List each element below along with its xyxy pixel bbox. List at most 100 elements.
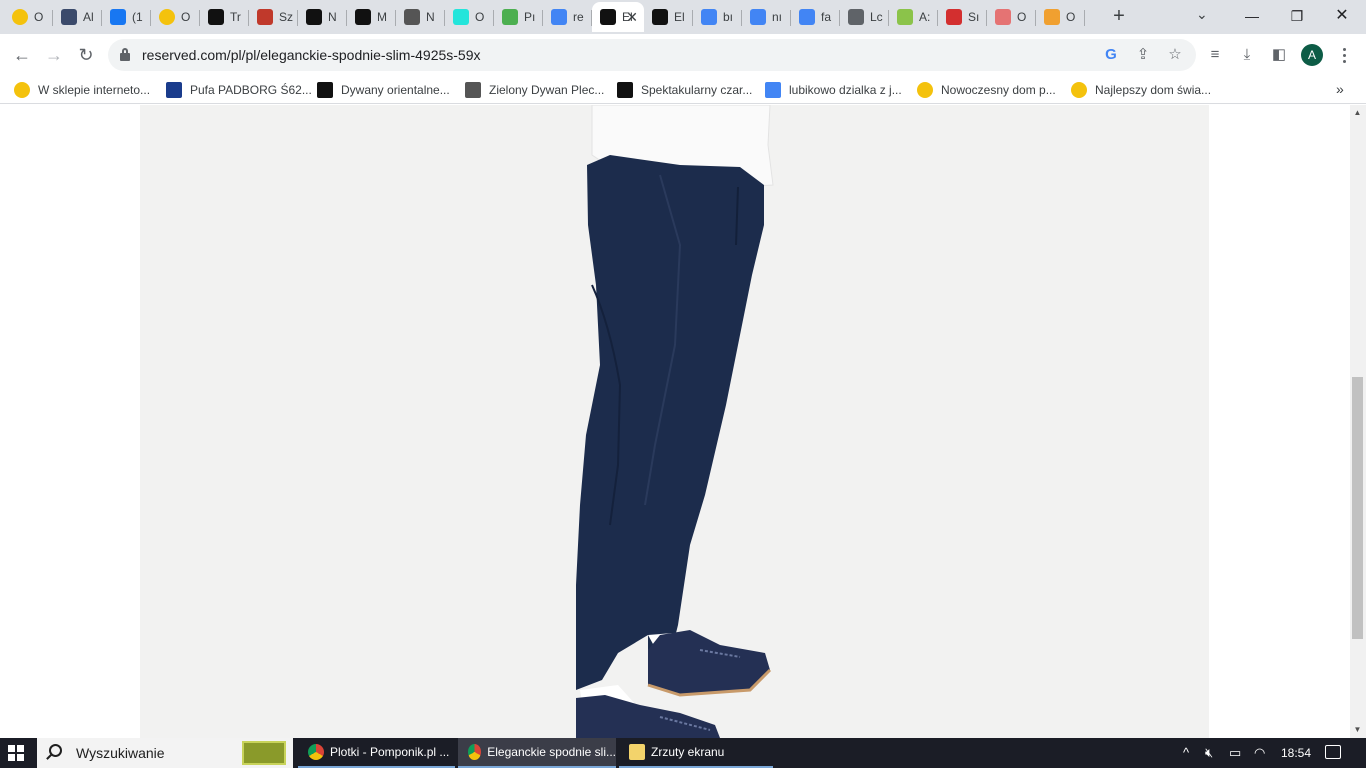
google-lens-icon[interactable]: G bbox=[1102, 46, 1120, 64]
bookmark-item[interactable]: Najlepszy dom świa... bbox=[1071, 81, 1211, 99]
taskbar-search[interactable]: Wyszukiwanie bbox=[37, 738, 293, 768]
tab-label: bı bbox=[723, 10, 734, 24]
profile-avatar[interactable]: A bbox=[1301, 44, 1323, 66]
tab-label: Sz bbox=[279, 10, 294, 24]
bookmark-item[interactable]: lubikowo dzialka z j... bbox=[765, 81, 902, 99]
tab-7[interactable]: M bbox=[347, 2, 396, 32]
bookmark-item[interactable]: Dywany orientalne... bbox=[317, 81, 450, 99]
tab-label: re bbox=[573, 10, 584, 24]
bookmark-item[interactable]: Zielony Dywan Plec... bbox=[465, 81, 604, 99]
leaf-icon bbox=[897, 9, 913, 25]
google-icon bbox=[701, 9, 717, 25]
close-window-button[interactable]: ✕ bbox=[1322, 4, 1362, 28]
olx-icon bbox=[453, 9, 469, 25]
taskbar-item-label: Zrzuty ekranu bbox=[651, 745, 725, 759]
tab-18[interactable]: A: bbox=[889, 2, 938, 32]
side-panel-icon[interactable]: ◧ bbox=[1269, 45, 1289, 65]
tab-13[interactable]: El bbox=[644, 2, 693, 32]
bookmark-item[interactable]: Spektakularny czar... bbox=[617, 81, 752, 99]
tab-label: N bbox=[328, 10, 337, 24]
wifi-icon[interactable]: ◠ bbox=[1254, 745, 1265, 761]
url-text[interactable]: reserved.com/pl/pl/eleganckie-spodnie-sl… bbox=[142, 47, 481, 63]
tab-label: O bbox=[1017, 10, 1027, 24]
p-icon bbox=[306, 9, 322, 25]
address-bar[interactable]: reserved.com/pl/pl/eleganckie-spodnie-sl… bbox=[108, 39, 1196, 71]
tab-label: El bbox=[674, 10, 685, 24]
reload-button[interactable]: ↻ bbox=[74, 43, 98, 67]
tab-4[interactable]: Tr bbox=[200, 2, 249, 32]
page-content: ▲ ▼ bbox=[0, 105, 1366, 738]
back-button[interactable]: ← bbox=[10, 43, 34, 67]
tab-14[interactable]: bı bbox=[693, 2, 742, 32]
tab-6[interactable]: N bbox=[298, 2, 347, 32]
yellow-circle-icon bbox=[1071, 82, 1087, 98]
download-icon[interactable]: ⤓ bbox=[1237, 45, 1257, 65]
tab-3[interactable]: O bbox=[151, 2, 200, 32]
volume-muted-icon[interactable]: 🔇︎ bbox=[1205, 745, 1213, 761]
bookmark-star-icon[interactable]: ☆ bbox=[1166, 46, 1184, 64]
tab-21[interactable]: O bbox=[1036, 2, 1085, 32]
tab-12[interactable]: El ✕ bbox=[592, 2, 644, 32]
bookmarks-overflow-icon[interactable]: » bbox=[1336, 81, 1344, 97]
bookmark-label: W sklepie interneto... bbox=[38, 83, 151, 97]
scroll-thumb[interactable] bbox=[1352, 377, 1363, 639]
restore-button[interactable]: ❐ bbox=[1277, 4, 1317, 28]
notifications-icon[interactable] bbox=[1325, 745, 1341, 759]
tab-20[interactable]: O bbox=[987, 2, 1036, 32]
tab-label: fa bbox=[821, 10, 832, 24]
search-highlight-image[interactable] bbox=[242, 741, 286, 765]
google-icon bbox=[765, 82, 781, 98]
tab-15[interactable]: nı bbox=[742, 2, 791, 32]
taskbar-item-screenshots[interactable]: Zrzuty ekranu bbox=[619, 738, 773, 768]
scroll-up-arrow-icon[interactable]: ▲ bbox=[1352, 108, 1363, 118]
media-queue-icon[interactable]: ≡ bbox=[1205, 45, 1225, 65]
windows-start-icon[interactable] bbox=[8, 745, 24, 761]
share-icon[interactable]: ⇪ bbox=[1134, 46, 1152, 64]
yellow-circle-icon bbox=[12, 9, 28, 25]
bookmark-item[interactable]: Nowoczesny dom p... bbox=[917, 81, 1056, 99]
tab-label: A: bbox=[919, 10, 931, 24]
tab-search-chevron-icon[interactable]: ⌄ bbox=[1196, 6, 1208, 23]
forward-button[interactable]: → bbox=[42, 43, 66, 67]
r-icon bbox=[995, 9, 1011, 25]
bookmark-label: Dywany orientalne... bbox=[341, 83, 450, 97]
scroll-down-arrow-icon[interactable]: ▼ bbox=[1352, 725, 1363, 735]
reserved-icon bbox=[600, 9, 616, 25]
new-tab-button[interactable]: + bbox=[1108, 5, 1130, 27]
tab-17[interactable]: Lc bbox=[840, 2, 889, 32]
taskbar-item-label: Eleganckie spodnie sli... bbox=[487, 745, 616, 759]
taskbar-clock[interactable]: 18:54 bbox=[1281, 746, 1311, 760]
tab-label: (1 bbox=[132, 10, 143, 24]
tray-chevron-up-icon[interactable]: ^ bbox=[1183, 745, 1189, 760]
taskbar-search-label: Wyszukiwanie bbox=[76, 745, 165, 761]
s-icon bbox=[617, 82, 633, 98]
more-menu-icon[interactable] bbox=[1334, 43, 1354, 67]
jysk-icon bbox=[166, 82, 182, 98]
tab-5[interactable]: Sz bbox=[249, 2, 298, 32]
yellow-circle-icon bbox=[159, 9, 175, 25]
minimize-button[interactable]: — bbox=[1232, 4, 1272, 28]
tab-10[interactable]: Pı bbox=[494, 2, 543, 32]
product-photo[interactable] bbox=[140, 105, 1209, 738]
bookmark-item[interactable]: W sklepie interneto... bbox=[14, 81, 150, 99]
tab-9[interactable]: O bbox=[445, 2, 494, 32]
taskbar-item-reserved[interactable]: Eleganckie spodnie sli... bbox=[458, 738, 616, 768]
tab-19[interactable]: Sı bbox=[938, 2, 987, 32]
bookmark-item[interactable]: Pufa PADBORG Ś62... bbox=[166, 81, 312, 99]
tab-1[interactable]: Al bbox=[53, 2, 102, 32]
tab-label: nı bbox=[772, 10, 783, 24]
tab-8[interactable]: N bbox=[396, 2, 445, 32]
bookmark-label: Pufa PADBORG Ś62... bbox=[190, 83, 312, 97]
taskbar-item-pomponik[interactable]: Plotki - Pomponik.pl ... bbox=[298, 738, 455, 768]
f-icon bbox=[208, 9, 224, 25]
tab-11[interactable]: re bbox=[543, 2, 592, 32]
tab-16[interactable]: fa bbox=[791, 2, 840, 32]
battery-icon[interactable]: ▭ bbox=[1229, 745, 1241, 761]
tab-0[interactable]: O bbox=[4, 2, 53, 32]
yellow-circle-icon bbox=[14, 82, 30, 98]
tab-2[interactable]: (1 bbox=[102, 2, 151, 32]
lock-icon[interactable] bbox=[120, 48, 130, 61]
bookmarks-bar: » W sklepie interneto... Pufa PADBORG Ś62… bbox=[0, 76, 1366, 104]
tab-close-icon[interactable]: ✕ bbox=[626, 9, 638, 26]
m-icon bbox=[404, 9, 420, 25]
